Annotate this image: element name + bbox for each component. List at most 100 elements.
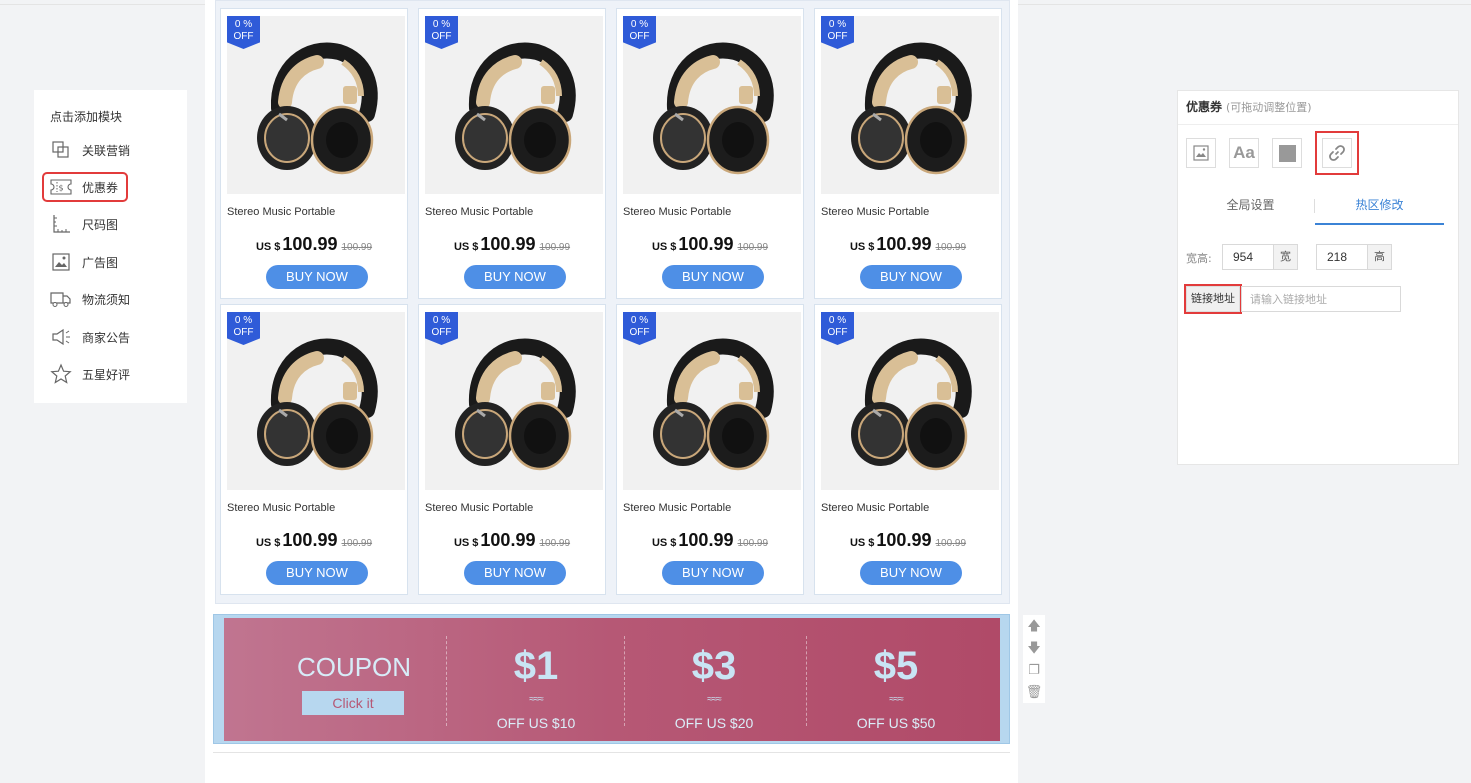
old-price: 100.99 [935,538,967,549]
product-card[interactable]: 0 % OFF Stereo Music Portable US $100.99 100… [220,8,408,299]
svg-text:$: $ [58,184,63,193]
product-name: Stereo Music Portable [227,502,336,514]
discount-off: OFF [629,327,650,338]
coupon-title: COUPON [296,652,412,682]
buy-now-button[interactable]: BUY NOW [266,265,368,289]
old-price: 100.99 [539,242,571,253]
coupon-amount: $5 [873,644,919,688]
tab-global-settings[interactable]: 全局设置 [1186,191,1315,225]
product-card[interactable]: 0 % OFF Stereo Music Portable US $100.99 100… [814,8,1002,299]
link-icon[interactable] [1315,131,1359,175]
product-price: US $100.99 100.99 [419,530,605,551]
discount-percent: 0 % [828,315,847,326]
coupon-offer-3[interactable]: $5 ≈≈≈ OFF US $50 [806,618,986,741]
text-icon[interactable]: Aa [1229,138,1259,168]
module-item-announcement[interactable]: 商家公告 [50,324,130,350]
megaphone-icon [50,326,72,348]
coupon-amount: $3 [691,644,737,688]
price-currency: US $ [651,537,677,549]
coupon-click-button[interactable]: Click it [302,691,404,715]
discount-badge: 0 % OFF [425,312,458,345]
coupon-off-label: OFF US $20 [674,715,754,731]
module-item-related[interactable]: 关联营销 [50,137,130,163]
coupon-wave: ≈≈≈ [889,694,903,705]
discount-off: OFF [827,31,848,42]
product-card[interactable]: 0 % OFF Stereo Music Portable US $100.99 100… [418,8,606,299]
price-value: 100.99 [678,234,734,254]
module-item-ad-image[interactable]: 广告图 [50,249,118,275]
editor-canvas: 0 % OFF Stereo Music Portable US $100.99 100… [205,0,1018,783]
copy-icon[interactable]: ❐ [1028,659,1040,681]
discount-percent: 0 % [828,19,847,30]
product-price: US $100.99 100.99 [617,234,803,255]
old-price: 100.99 [737,538,769,549]
coupon-banner[interactable]: COUPON Click it $1 ≈≈≈ OFF US $10 $3 ≈≈≈… [218,618,1006,741]
product-price: US $100.99 100.99 [815,234,1001,255]
image-icon[interactable] [1186,138,1216,168]
discount-badge: 0 % OFF [821,16,854,49]
coupon-perforation-right [994,618,1006,741]
module-item-label: 尺码图 [82,217,119,232]
discount-percent: 0 % [234,315,253,326]
discount-badge: 0 % OFF [227,312,260,345]
product-name: Stereo Music Portable [623,206,732,218]
module-item-label: 五星好评 [82,367,131,382]
move-down-icon[interactable]: 🡇 [1027,637,1040,659]
buy-now-button[interactable]: BUY NOW [464,561,566,585]
module-panel-title: 点击添加模块 [50,110,123,124]
product-grid[interactable]: 0 % OFF Stereo Music Portable US $100.99 100… [215,0,1010,604]
coupon-offer-1[interactable]: $1 ≈≈≈ OFF US $10 [446,618,626,741]
product-name: Stereo Music Portable [425,206,534,218]
product-name: Stereo Music Portable [227,206,336,218]
settings-title: 优惠券 [1186,100,1223,114]
module-item-coupon[interactable]: $ 优惠券 [41,172,129,202]
buy-now-button[interactable]: BUY NOW [860,561,962,585]
price-currency: US $ [453,537,479,549]
discount-off: OFF [629,31,650,42]
product-price: US $100.99 100.99 [419,234,605,255]
buy-now-button[interactable]: BUY NOW [662,265,764,289]
move-up-icon[interactable]: 🡅 [1027,615,1040,637]
coupon-icon: $ [50,176,72,198]
module-item-five-star[interactable]: 五星好评 [50,361,130,387]
price-value: 100.99 [480,234,536,254]
height-field[interactable]: 高 [1316,244,1392,270]
module-item-size-chart[interactable]: 尺码图 [50,211,118,237]
width-unit: 宽 [1273,245,1297,269]
width-input[interactable] [1223,245,1273,269]
coupon-module[interactable]: COUPON Click it $1 ≈≈≈ OFF US $10 $3 ≈≈≈… [213,614,1010,744]
related-products-icon [50,139,72,161]
module-item-label: 物流须知 [82,292,131,307]
product-card[interactable]: 0 % OFF Stereo Music Portable US $100.99 100… [616,304,804,595]
settings-tabs: 全局设置 热区修改 [1186,191,1444,225]
coupon-off-label: OFF US $10 [496,715,576,731]
delete-icon[interactable]: 🗑 [1026,681,1043,703]
product-card[interactable]: 0 % OFF Stereo Music Portable US $100.99 100… [814,304,1002,595]
height-input[interactable] [1317,245,1367,269]
tab-hotspot-edit[interactable]: 热区修改 [1315,191,1444,225]
block-icon[interactable] [1272,138,1302,168]
product-card[interactable]: 0 % OFF Stereo Music Portable US $100.99 100… [220,304,408,595]
coupon-wave: ≈≈≈ [707,694,721,705]
product-card[interactable]: 0 % OFF Stereo Music Portable US $100.99 100… [616,8,804,299]
canvas-bottom-divider [213,752,1010,753]
product-card[interactable]: 0 % OFF Stereo Music Portable US $100.99 100… [418,304,606,595]
price-currency: US $ [453,241,479,253]
width-field[interactable]: 宽 [1222,244,1298,270]
buy-now-button[interactable]: BUY NOW [266,561,368,585]
link-address-input[interactable] [1241,286,1401,312]
coupon-perforation-left [218,618,230,741]
module-item-logistics[interactable]: 物流须知 [50,286,130,312]
coupon-offer-2[interactable]: $3 ≈≈≈ OFF US $20 [624,618,804,741]
size-label: 宽高: [1186,252,1212,265]
buy-now-button[interactable]: BUY NOW [662,561,764,585]
old-price: 100.99 [539,538,571,549]
old-price: 100.99 [341,538,373,549]
price-value: 100.99 [282,234,338,254]
product-name: Stereo Music Portable [425,502,534,514]
buy-now-button[interactable]: BUY NOW [860,265,962,289]
product-price: US $100.99 100.99 [221,530,407,551]
discount-percent: 0 % [234,19,253,30]
price-currency: US $ [849,537,875,549]
buy-now-button[interactable]: BUY NOW [464,265,566,289]
